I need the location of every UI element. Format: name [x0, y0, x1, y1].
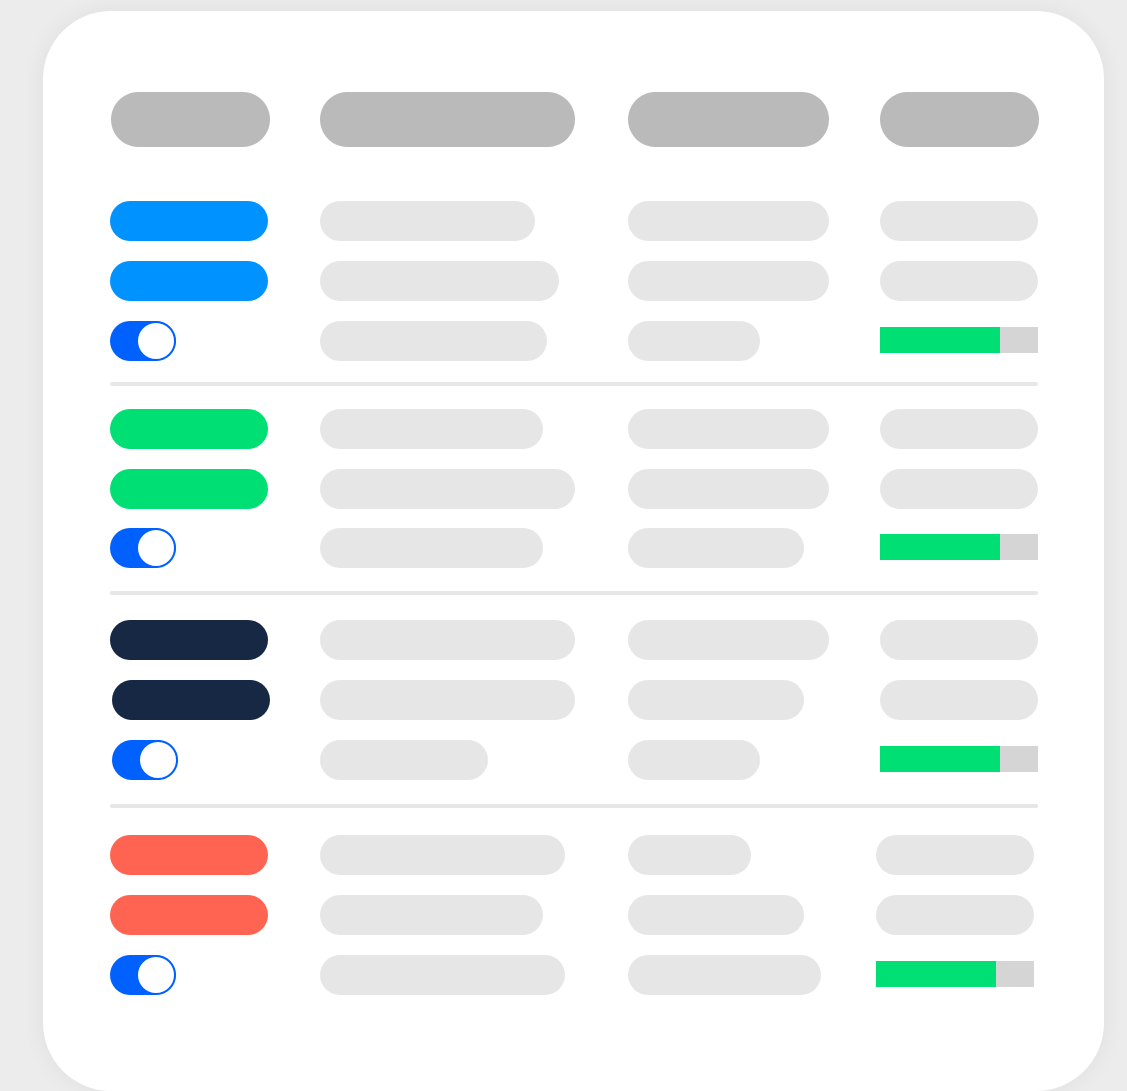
group-1-divider [110, 382, 1038, 386]
header-cell-4 [880, 92, 1039, 147]
header-cell-2 [320, 92, 575, 147]
group-3-label-pill-1 [110, 620, 268, 660]
header-cell-3 [628, 92, 829, 147]
group-4-row-2-cell-4 [876, 895, 1034, 935]
group-3-toggle-switch[interactable] [112, 740, 178, 780]
group-4-row-3-cell-2 [320, 955, 565, 995]
group-4-label-pill-2 [110, 895, 268, 935]
group-2-row-3-cell-2 [320, 528, 543, 568]
group-1-label-pill-2 [110, 261, 268, 301]
group-3-row-1-cell-4 [880, 620, 1038, 660]
group-4-row-2-cell-3 [628, 895, 804, 935]
group-3-row-2-cell-4 [880, 680, 1038, 720]
group-3-row-2-cell-3 [628, 680, 804, 720]
group-1-progress-bar [880, 327, 1038, 353]
group-4-progress-fill [876, 961, 997, 987]
group-2-progress-bar [880, 534, 1038, 560]
header-cell-1 [111, 92, 270, 147]
group-2-toggle-knob [136, 528, 176, 568]
group-2-label-pill-1 [110, 409, 268, 449]
group-2-progress-fill [880, 534, 1001, 560]
group-1-row-1-cell-2 [320, 201, 535, 241]
group-1-row-3-cell-2 [320, 321, 547, 361]
group-2-row-1-cell-4 [880, 409, 1038, 449]
group-2-label-pill-2 [110, 469, 268, 509]
group-1-row-3-cell-3 [628, 321, 760, 361]
group-3-row-2-cell-2 [320, 680, 575, 720]
group-4-row-1-cell-3 [628, 835, 751, 875]
group-1-progress-fill [880, 327, 1001, 353]
group-1-toggle-switch[interactable] [110, 321, 176, 361]
group-2-row-3-cell-3 [628, 528, 804, 568]
group-4-toggle-knob [136, 955, 176, 995]
group-4-row-3-cell-3 [628, 955, 821, 995]
group-2-row-2-cell-2 [320, 469, 575, 509]
group-2-row-2-cell-3 [628, 469, 829, 509]
group-3-label-pill-2 [112, 680, 270, 720]
group-3-toggle-knob [138, 740, 178, 780]
group-3-row-1-cell-2 [320, 620, 575, 660]
group-4-row-1-cell-2 [320, 835, 565, 875]
group-4-progress-bar [876, 961, 1034, 987]
group-4-row-1-cell-4 [876, 835, 1034, 875]
group-1-row-1-cell-4 [880, 201, 1038, 241]
group-1-row-2-cell-3 [628, 261, 829, 301]
group-1-row-2-cell-2 [320, 261, 559, 301]
group-2-toggle-switch[interactable] [110, 528, 176, 568]
group-1-label-pill-1 [110, 201, 268, 241]
group-1-row-1-cell-3 [628, 201, 829, 241]
group-1-row-2-cell-4 [880, 261, 1038, 301]
group-3-divider [110, 804, 1038, 808]
group-3-row-3-cell-2 [320, 740, 488, 780]
group-4-toggle-switch[interactable] [110, 955, 176, 995]
group-2-row-1-cell-2 [320, 409, 543, 449]
group-2-row-2-cell-4 [880, 469, 1038, 509]
group-3-row-1-cell-3 [628, 620, 829, 660]
group-3-progress-fill [880, 746, 1001, 772]
group-4-label-pill-1 [110, 835, 268, 875]
group-3-progress-bar [880, 746, 1038, 772]
group-1-toggle-knob [136, 321, 176, 361]
group-3-row-3-cell-3 [628, 740, 760, 780]
group-2-divider [110, 591, 1038, 595]
group-2-row-1-cell-3 [628, 409, 829, 449]
group-4-row-2-cell-2 [320, 895, 543, 935]
